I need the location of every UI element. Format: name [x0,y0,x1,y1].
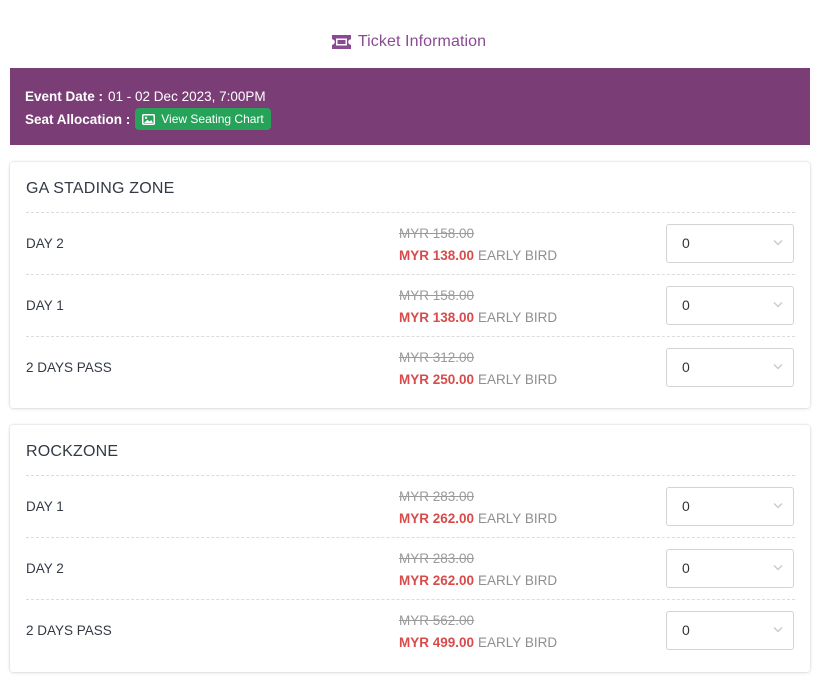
event-date-value: 01 - 02 Dec 2023, 7:00PM [108,88,266,104]
chevron-down-icon [773,363,783,370]
view-seating-chart-button[interactable]: View Seating Chart [135,108,271,130]
chevron-down-icon [773,626,783,633]
chevron-down-icon [773,239,783,246]
early-bird-tag: EARLY BIRD [478,372,558,387]
price-block: MYR 283.00 MYR 262.00 EARLY BIRD [399,486,557,530]
ticket-list: DAY 2 MYR 158.00 MYR 138.00 EARLY BIRD 0 … [26,212,795,398]
discount-price: MYR 250.00 [399,372,475,387]
ticket-name: DAY 2 [26,236,64,251]
price-block: MYR 562.00 MYR 499.00 EARLY BIRD [399,610,557,654]
chevron-down-icon [773,564,783,571]
ticket-name: DAY 1 [26,298,64,313]
ticket-row: DAY 2 MYR 283.00 MYR 262.00 EARLY BIRD 0 [26,537,795,599]
event-banner: Event Date : 01 - 02 Dec 2023, 7:00PM Se… [10,68,810,145]
page-title: Ticket Information [357,33,487,50]
quantity-select[interactable]: 0 [666,487,794,526]
ticket-row: DAY 2 MYR 158.00 MYR 138.00 EARLY BIRD 0 [26,212,795,274]
quantity-select[interactable]: 0 [666,286,794,325]
ticket-name: DAY 2 [26,561,64,576]
seat-allocation-label: Seat Allocation : [25,111,131,127]
ticket-row: 2 DAYS PASS MYR 562.00 MYR 499.00 EARLY B… [26,599,795,661]
ticket-list: DAY 1 MYR 283.00 MYR 262.00 EARLY BIRD 0 … [26,475,795,661]
quantity-select[interactable]: 0 [666,224,794,263]
quantity-value: 0 [682,498,690,514]
seat-allocation-row: Seat Allocation : View Seating Chart [25,108,810,130]
zone-card-ga-standing: GA STADING ZONE DAY 2 MYR 158.00 MYR 138… [10,162,810,408]
original-price: MYR 283.00 [399,489,475,504]
price-block: MYR 158.00 MYR 138.00 EARLY BIRD [399,223,557,267]
discount-price: MYR 138.00 [399,310,475,325]
event-date-row: Event Date : 01 - 02 Dec 2023, 7:00PM [25,86,810,106]
early-bird-tag: EARLY BIRD [478,511,558,526]
discount-price: MYR 262.00 [399,573,475,588]
quantity-select[interactable]: 0 [666,611,794,650]
ticket-row: 2 DAYS PASS MYR 312.00 MYR 250.00 EARLY B… [26,336,795,398]
event-date-label: Event Date : [25,88,104,104]
discount-price: MYR 138.00 [399,248,475,263]
quantity-value: 0 [682,359,690,375]
original-price: MYR 283.00 [399,551,475,566]
ticket-icon [331,34,352,50]
page-header: Ticket Information [0,28,817,56]
original-price: MYR 312.00 [399,350,475,365]
quantity-select[interactable]: 0 [666,549,794,588]
early-bird-tag: EARLY BIRD [478,310,558,325]
ticket-row: DAY 1 MYR 158.00 MYR 138.00 EARLY BIRD 0 [26,274,795,336]
quantity-select[interactable]: 0 [666,348,794,387]
early-bird-tag: EARLY BIRD [478,573,558,588]
zone-title: GA STADING ZONE [26,180,175,197]
quantity-value: 0 [682,622,690,638]
ticket-name: 2 DAYS PASS [26,623,112,638]
quantity-value: 0 [682,297,690,313]
chevron-down-icon [773,502,783,509]
quantity-value: 0 [682,235,690,251]
ticket-row: DAY 1 MYR 283.00 MYR 262.00 EARLY BIRD 0 [26,475,795,537]
original-price: MYR 562.00 [399,613,475,628]
discount-price: MYR 499.00 [399,635,475,650]
early-bird-tag: EARLY BIRD [478,248,558,263]
image-icon [142,113,156,125]
price-block: MYR 312.00 MYR 250.00 EARLY BIRD [399,347,557,391]
original-price: MYR 158.00 [399,226,475,241]
quantity-value: 0 [682,560,690,576]
view-seating-chart-label: View Seating Chart [161,112,264,126]
ticket-name: 2 DAYS PASS [26,360,112,375]
price-block: MYR 158.00 MYR 138.00 EARLY BIRD [399,285,557,329]
price-block: MYR 283.00 MYR 262.00 EARLY BIRD [399,548,557,592]
discount-price: MYR 262.00 [399,511,475,526]
original-price: MYR 158.00 [399,288,475,303]
chevron-down-icon [773,301,783,308]
early-bird-tag: EARLY BIRD [478,635,558,650]
ticket-name: DAY 1 [26,499,64,514]
zone-title: ROCKZONE [26,443,119,460]
zone-card-rockzone: ROCKZONE DAY 1 MYR 283.00 MYR 262.00 EARL… [10,425,810,672]
